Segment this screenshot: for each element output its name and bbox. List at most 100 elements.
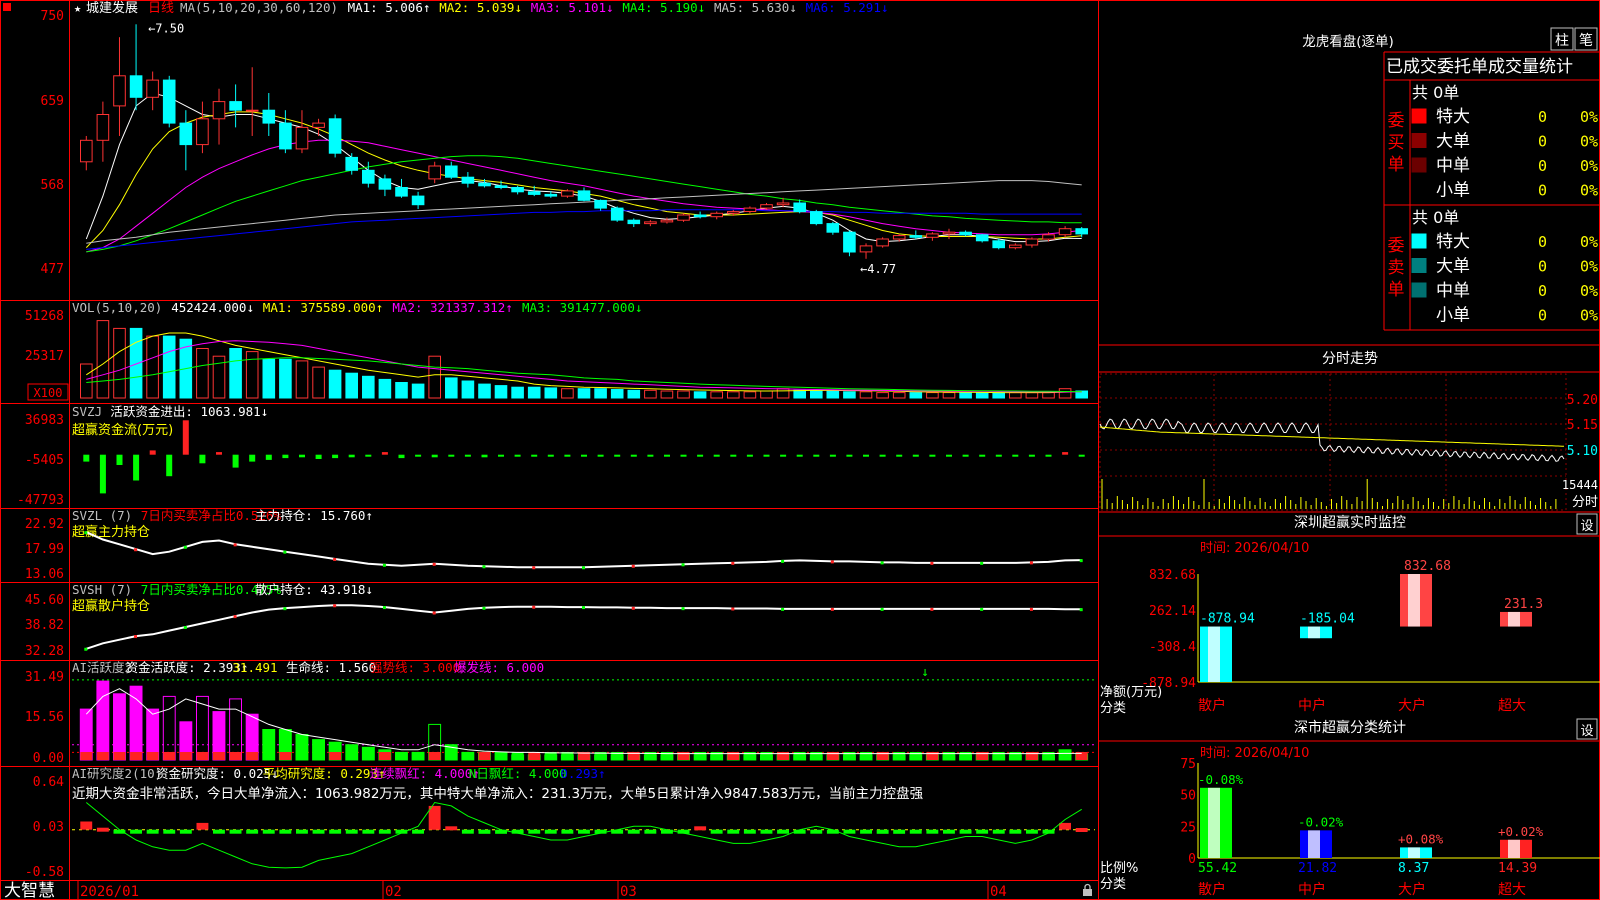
monitor-ylabel: 净额(万元) bbox=[1100, 685, 1162, 700]
candle bbox=[113, 75, 126, 107]
svsh-marker bbox=[681, 607, 685, 611]
order-count: 0 bbox=[1538, 307, 1547, 325]
volume-bar bbox=[196, 348, 209, 399]
research-bar bbox=[412, 829, 424, 834]
research-bar bbox=[130, 829, 142, 834]
candle bbox=[395, 187, 408, 197]
intraday-y-tick: 5.10 bbox=[1567, 444, 1598, 459]
monitor-xlabel: 分类 bbox=[1100, 701, 1126, 716]
legend-item: 连续飘红: 4.000↑ bbox=[370, 766, 480, 781]
candle bbox=[345, 156, 358, 171]
research-bar bbox=[528, 829, 541, 834]
side-label-char: 买 bbox=[1388, 133, 1405, 153]
order-color-swatch bbox=[1411, 157, 1427, 173]
activity-bar bbox=[129, 685, 143, 761]
menu-corner-icon[interactable] bbox=[3, 3, 11, 11]
fund-flow-bar bbox=[581, 454, 587, 457]
legend-item: MA6: 5.291↓ bbox=[806, 0, 889, 15]
lock-icon[interactable] bbox=[1083, 883, 1092, 897]
classification-change-label: -0.08% bbox=[1198, 772, 1244, 787]
activity-base-bar bbox=[246, 752, 259, 760]
monitor-bar-highlight bbox=[1508, 611, 1520, 627]
research-bar bbox=[296, 829, 308, 834]
monitor-bar-highlight bbox=[1308, 626, 1320, 639]
research-bar bbox=[893, 829, 906, 834]
stats-title: 已成交委托单成交量统计 bbox=[1386, 57, 1573, 77]
volume-bar bbox=[793, 389, 807, 399]
svzl-marker bbox=[233, 543, 237, 547]
fund-flow-bar bbox=[481, 454, 488, 458]
activity-base-bar bbox=[329, 752, 342, 760]
fund-flow-bar bbox=[564, 454, 571, 457]
intraday-y-tick: 5.20 bbox=[1567, 393, 1598, 408]
monitor-category: 大户 bbox=[1398, 697, 1426, 714]
volume-bar bbox=[594, 388, 607, 399]
fund-flow-bar bbox=[1045, 454, 1052, 457]
svsh-marker bbox=[880, 607, 884, 611]
svzl-subtitle: 超赢主力持仓 bbox=[72, 524, 150, 540]
svzj-subtitle: 超赢资金流(万元) bbox=[72, 422, 173, 438]
research-bar bbox=[229, 829, 242, 834]
candle bbox=[1058, 228, 1072, 236]
fund-flow-bar bbox=[199, 454, 206, 464]
fund-flow-bar bbox=[365, 454, 372, 457]
fund-flow-bar bbox=[282, 454, 289, 459]
fund-flow-bar bbox=[448, 454, 455, 457]
fund-flow-bar bbox=[149, 450, 156, 455]
candle bbox=[478, 182, 491, 187]
volume-bar bbox=[959, 392, 972, 399]
intraday-vol-label: 15444 bbox=[1562, 478, 1598, 492]
svsh-marker bbox=[731, 607, 735, 611]
svsh-marker bbox=[333, 604, 337, 608]
favorite-star-icon: ★ bbox=[74, 1, 81, 15]
volume-bar bbox=[1042, 392, 1055, 399]
candle bbox=[96, 114, 110, 141]
fund-flow-bar bbox=[896, 454, 903, 457]
activity-base-bar bbox=[80, 752, 93, 760]
fund-flow-bar bbox=[249, 454, 256, 462]
fund-flow-bar bbox=[415, 454, 422, 457]
legend-item: 生命线: 1.560 bbox=[286, 660, 376, 675]
order-label: 中单 bbox=[1436, 281, 1470, 301]
fund-flow-bar bbox=[962, 454, 969, 457]
volume-bar bbox=[926, 392, 939, 399]
fund-flow-bar bbox=[299, 454, 305, 458]
y-tick-label: 568 bbox=[41, 178, 64, 193]
candle bbox=[677, 214, 690, 221]
legend-item: 活跃资金进出: 1063.981↓ bbox=[110, 404, 268, 419]
research-bar bbox=[478, 829, 491, 834]
research-bar bbox=[943, 829, 955, 834]
classification-change-label: -0.02% bbox=[1298, 814, 1344, 829]
order-pct: 0% bbox=[1580, 307, 1598, 325]
fund-flow-bar bbox=[332, 454, 339, 459]
fund-flow-bar bbox=[863, 454, 869, 457]
activity-base-bar bbox=[130, 752, 142, 760]
research-bar bbox=[146, 829, 159, 834]
fund-flow-bar bbox=[182, 420, 189, 455]
legend-item: 452424.000↓ bbox=[171, 300, 254, 315]
research-bar bbox=[262, 829, 275, 834]
order-color-swatch bbox=[1411, 182, 1427, 197]
svzl-marker bbox=[830, 560, 834, 564]
order-color-swatch bbox=[1411, 282, 1427, 298]
intraday-panel: 分时走势 5.20 5.15 5.10 15444 分时 bbox=[1098, 351, 1600, 513]
y-tick-label: 38.82 bbox=[25, 618, 64, 633]
volume-bar bbox=[826, 390, 840, 399]
activity-base-bar bbox=[312, 752, 325, 760]
candle bbox=[743, 207, 757, 213]
research-bar bbox=[876, 829, 889, 834]
order-pct: 0% bbox=[1580, 233, 1598, 251]
volume-bar bbox=[859, 391, 873, 399]
activity-base-bar bbox=[395, 752, 408, 760]
y-tick-label: -47793 bbox=[17, 493, 64, 508]
candle bbox=[992, 240, 1006, 249]
candle bbox=[146, 79, 159, 98]
fund-flow-bar bbox=[348, 454, 355, 458]
svzl-marker bbox=[880, 561, 884, 565]
candle bbox=[212, 101, 226, 120]
svzl-marker bbox=[183, 545, 187, 549]
volume-bar bbox=[677, 390, 690, 399]
candle bbox=[196, 118, 209, 146]
research-bar bbox=[561, 829, 574, 834]
panel-borders bbox=[0, 0, 1600, 900]
